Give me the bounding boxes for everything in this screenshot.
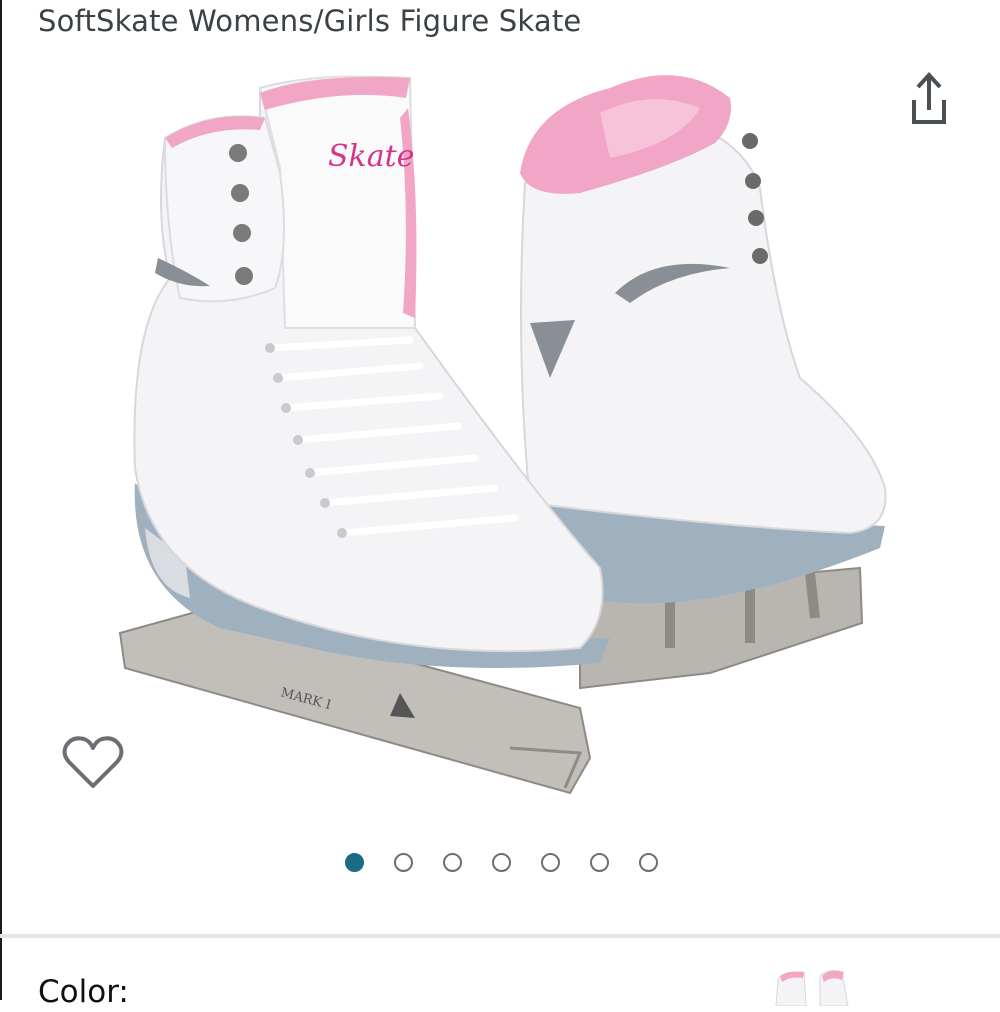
color-label: Color:: [38, 974, 129, 1010]
carousel-dot-6[interactable]: [590, 853, 609, 872]
carousel-dot-1[interactable]: [345, 853, 364, 872]
product-image[interactable]: MARK I Skate: [110, 48, 910, 808]
wishlist-button[interactable]: [60, 732, 126, 794]
carousel-dot-2[interactable]: [394, 853, 413, 872]
carousel-dot-3[interactable]: [443, 853, 462, 872]
skate-thumbnail: [775, 970, 849, 1006]
screen-edge: [0, 0, 2, 1000]
boot-brand-logo: Skate: [328, 139, 414, 174]
carousel-dot-7[interactable]: [639, 853, 658, 872]
carousel-dot-4[interactable]: [492, 853, 511, 872]
product-title: SoftSkate Womens/Girls Figure Skate: [38, 4, 582, 38]
carousel-dot-5[interactable]: [541, 853, 560, 872]
heart-outline-icon: [62, 736, 124, 788]
figure-skates-illustration: MARK I Skate: [118, 75, 887, 795]
color-swatch-thumbnail[interactable]: [770, 966, 860, 1006]
section-divider: [0, 934, 1000, 938]
